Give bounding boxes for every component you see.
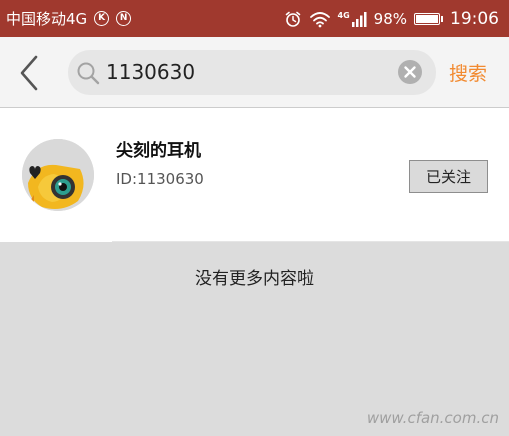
carrier-label: 中国移动4G [6, 10, 88, 28]
result-list: 尖刻的耳机 ID:1130630 已关注 [0, 108, 509, 242]
cellular-indicator: 4G [338, 11, 367, 27]
network-type-label: 4G [337, 10, 350, 20]
chevron-left-icon[interactable] [14, 53, 44, 93]
search-input[interactable] [106, 58, 386, 86]
user-id: ID:1130630 [116, 170, 204, 188]
search-icon [77, 62, 100, 85]
status-bar: 中国移动4G K N 4G 98% 19:06 [0, 0, 509, 37]
clear-icon[interactable] [397, 59, 423, 85]
battery-icon [414, 12, 443, 25]
alarm-icon [285, 11, 300, 27]
no-more-content-label: 没有更多内容啦 [195, 269, 314, 289]
signal-icon [351, 11, 367, 27]
avatar[interactable] [22, 139, 94, 211]
search-header: 搜索 [0, 37, 509, 108]
battery-level-fill [416, 14, 438, 23]
user-result-row[interactable]: 尖刻的耳机 ID:1130630 已关注 [0, 108, 509, 242]
followed-button[interactable]: 已关注 [409, 160, 488, 193]
status-right: 4G 98% 19:06 [284, 9, 499, 29]
search-button[interactable]: 搜索 [449, 59, 487, 86]
wifi-icon [309, 11, 330, 27]
battery-percent: 98% [373, 9, 407, 28]
status-left: 中国移动4G K N [6, 8, 132, 29]
row-divider [112, 241, 509, 242]
k-badge-icon: K [94, 11, 110, 26]
n-badge-icon: N [116, 11, 132, 26]
avatar-image [22, 139, 94, 211]
user-name: 尖刻的耳机 [116, 141, 201, 161]
watermark-logo: www.cfan.com.cn [367, 409, 499, 427]
svg-text:www.cfan.com.cn: www.cfan.com.cn [367, 409, 499, 427]
search-box[interactable] [68, 50, 436, 95]
clock: 19:06 [450, 8, 499, 29]
